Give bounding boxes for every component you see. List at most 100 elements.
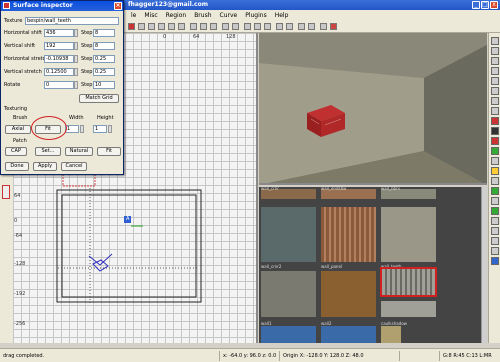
tool-icon[interactable]	[276, 23, 283, 30]
maximize-button[interactable]: □	[481, 1, 489, 9]
texture-thumb[interactable]	[321, 326, 376, 343]
vertical-shift-field[interactable]: 192	[44, 41, 74, 50]
tool-icon[interactable]	[232, 23, 239, 30]
tool-icon[interactable]	[491, 157, 499, 165]
horizontal-stretch-field[interactable]: -0.10938	[44, 54, 74, 63]
camera-view[interactable]	[259, 33, 487, 185]
tool-icon[interactable]	[254, 23, 261, 30]
width-field[interactable]: 1	[65, 125, 79, 133]
spin-button[interactable]	[74, 54, 78, 63]
tool-icon[interactable]	[491, 177, 499, 185]
tool-icon[interactable]	[138, 23, 145, 30]
tool-icon[interactable]	[491, 247, 499, 255]
texture-thumb[interactable]	[261, 326, 316, 343]
spin-button[interactable]	[108, 125, 112, 133]
dialog-close-button[interactable]: ×	[114, 2, 122, 10]
tool-icon[interactable]	[491, 147, 499, 155]
tool-icon[interactable]	[320, 23, 327, 30]
spin-button[interactable]	[80, 125, 84, 133]
texture-thumb[interactable]	[261, 207, 316, 262]
match-grid-button[interactable]: Match Grid	[79, 94, 119, 103]
statusbar: drag completed. x: -64.0 y: 96.0 z: 0.0 …	[0, 348, 500, 362]
minimize-button[interactable]: _	[472, 1, 480, 9]
texture-thumb[interactable]	[261, 271, 316, 317]
texture-label: wall_endsbw	[321, 187, 347, 191]
texture-thumb[interactable]	[381, 326, 401, 343]
tool-icon[interactable]	[491, 167, 499, 175]
texture-browser[interactable]: wall_crnr wall_endsbw wall_nbrv wall_crn…	[259, 187, 487, 343]
set-button[interactable]: Set...	[35, 147, 61, 156]
tool-icon[interactable]	[330, 23, 337, 30]
menu-region[interactable]: Region	[162, 12, 191, 19]
texture-thumb[interactable]	[321, 271, 376, 317]
rotate-step-field[interactable]: 10	[93, 80, 115, 89]
tool-icon[interactable]	[491, 117, 499, 125]
tool-icon[interactable]	[148, 23, 155, 30]
menu-curve[interactable]: Curve	[216, 12, 242, 19]
tool-icon[interactable]	[491, 187, 499, 195]
tool-icon[interactable]	[190, 23, 197, 30]
menu-file[interactable]: le	[127, 12, 140, 19]
dialog-titlebar[interactable]: Surface inspector ×	[1, 1, 123, 11]
texture-scrollbar[interactable]	[481, 187, 487, 343]
tool-icon[interactable]	[491, 217, 499, 225]
cancel-button[interactable]: Cancel	[61, 162, 87, 171]
axial-button[interactable]: Axial	[5, 125, 31, 134]
tool-icon[interactable]	[491, 77, 499, 85]
tool-icon[interactable]	[222, 23, 229, 30]
tool-icon[interactable]	[491, 107, 499, 115]
texture-thumb[interactable]	[381, 207, 436, 262]
tool-icon[interactable]	[491, 137, 499, 145]
tool-icon[interactable]	[286, 23, 293, 30]
tool-icon[interactable]	[298, 23, 305, 30]
surface-inspector-dialog: Surface inspector × Texture bespin/wall_…	[0, 0, 124, 175]
texture-thumb[interactable]	[321, 207, 376, 262]
cap-button[interactable]: CAP	[5, 147, 27, 156]
tool-icon[interactable]	[168, 23, 175, 30]
tool-icon[interactable]	[491, 87, 499, 95]
menu-help[interactable]: Help	[271, 12, 293, 19]
menu-brush[interactable]: Brush	[190, 12, 215, 19]
spin-button[interactable]	[74, 80, 78, 89]
menu-misc[interactable]: Misc	[140, 12, 161, 19]
tool-icon[interactable]	[200, 23, 207, 30]
tool-icon[interactable]	[491, 97, 499, 105]
horizontal-shift-field[interactable]: 436	[44, 28, 74, 37]
selected-texture-thumb[interactable]	[380, 267, 437, 297]
tool-icon[interactable]	[308, 23, 315, 30]
tool-icon[interactable]	[244, 23, 251, 30]
tool-icon[interactable]	[491, 57, 499, 65]
tool-icon[interactable]	[491, 67, 499, 75]
natural-button[interactable]: Natural	[65, 147, 93, 156]
tool-icon[interactable]	[178, 23, 185, 30]
vertical-shift-step-field[interactable]: 8	[93, 41, 115, 50]
tool-icon[interactable]	[491, 37, 499, 45]
tool-icon[interactable]	[491, 47, 499, 55]
vertical-stretch-step-field[interactable]: 0.25	[93, 67, 115, 76]
rotate-field[interactable]: 0	[44, 80, 74, 89]
tool-icon[interactable]	[128, 23, 135, 30]
tool-icon[interactable]	[491, 227, 499, 235]
height-field[interactable]: 1	[93, 125, 107, 133]
spin-button[interactable]	[74, 41, 78, 50]
tool-icon[interactable]	[491, 197, 499, 205]
horizontal-shift-step-field[interactable]: 8	[93, 28, 115, 37]
close-button[interactable]: x	[490, 1, 498, 9]
tool-icon[interactable]	[491, 127, 499, 135]
done-button[interactable]: Done	[5, 162, 29, 171]
texture-field[interactable]: bespin/wall_teeth	[25, 16, 119, 25]
patch-fit-button[interactable]: Fit	[97, 147, 121, 156]
vertical-stretch-field[interactable]: 0.12500	[44, 67, 74, 76]
tool-icon[interactable]	[491, 237, 499, 245]
tool-icon[interactable]	[491, 207, 499, 215]
menu-plugins[interactable]: Plugins	[241, 12, 271, 19]
tool-icon[interactable]	[210, 23, 217, 30]
spin-button[interactable]	[74, 28, 78, 37]
horizontal-stretch-step-field[interactable]: 0.25	[93, 54, 115, 63]
tool-icon[interactable]	[264, 23, 271, 30]
spin-button[interactable]	[74, 67, 78, 76]
texture-thumb[interactable]	[381, 301, 436, 317]
tool-icon[interactable]	[158, 23, 165, 30]
apply-button[interactable]: Apply	[33, 162, 57, 171]
tool-icon[interactable]	[491, 257, 499, 265]
